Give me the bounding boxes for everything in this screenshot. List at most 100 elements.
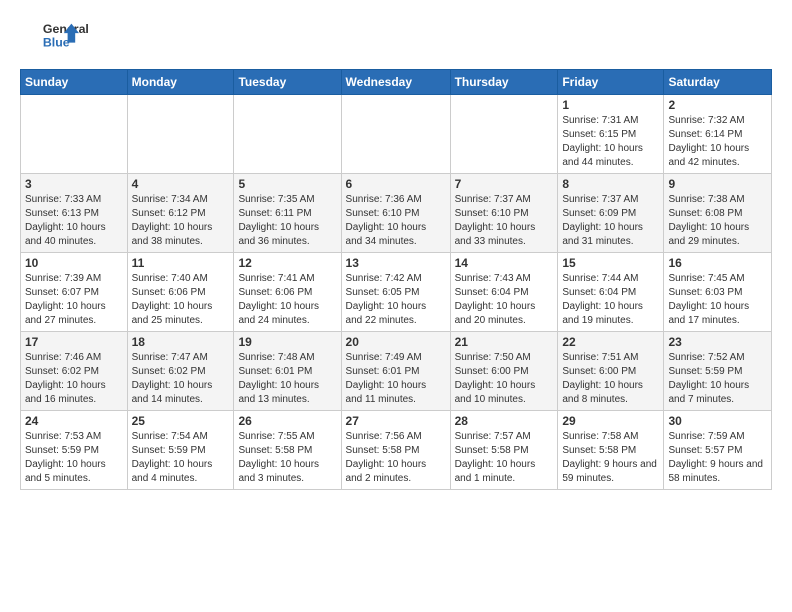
calendar-cell: 29Sunrise: 7:58 AM Sunset: 5:58 PM Dayli… xyxy=(558,411,664,490)
day-info: Sunrise: 7:35 AM Sunset: 6:11 PM Dayligh… xyxy=(238,193,336,249)
day-info: Sunrise: 7:43 AM Sunset: 6:04 PM Dayligh… xyxy=(455,272,554,328)
day-number: 30 xyxy=(668,414,767,428)
day-number: 15 xyxy=(562,256,659,270)
svg-text:Blue: Blue xyxy=(43,35,70,49)
day-number: 28 xyxy=(455,414,554,428)
calendar-cell: 17 Sunrise: 7:46 AM Sunset: 6:02 PM Dayli… xyxy=(21,332,128,411)
day-info: Sunrise: 7:51 AM Sunset: 6:00 PM Dayligh… xyxy=(562,351,659,407)
day-number: 4 xyxy=(132,177,230,191)
weekday-header-monday: Monday xyxy=(127,70,234,95)
calendar-cell: 8 Sunrise: 7:37 AM Sunset: 6:09 PM Daylig… xyxy=(558,174,664,253)
day-number: 13 xyxy=(346,256,446,270)
day-info: Sunrise: 7:41 AM Sunset: 6:06 PM Dayligh… xyxy=(238,272,336,328)
weekday-header-thursday: Thursday xyxy=(450,70,558,95)
calendar-cell: 30 Sunrise: 7:59 AM Sunset: 5:57 PM Dayli… xyxy=(664,411,772,490)
weekday-header-saturday: Saturday xyxy=(664,70,772,95)
day-info: Sunrise: 7:52 AM Sunset: 5:59 PM Dayligh… xyxy=(668,351,767,407)
day-number: 14 xyxy=(455,256,554,270)
calendar-cell: 14 Sunrise: 7:43 AM Sunset: 6:04 PM Dayli… xyxy=(450,253,558,332)
calendar-cell: 10 Sunrise: 7:39 AM Sunset: 6:07 PM Dayli… xyxy=(21,253,128,332)
calendar-cell: 18 Sunrise: 7:47 AM Sunset: 6:02 PM Dayli… xyxy=(127,332,234,411)
calendar-cell: 24Sunrise: 7:53 AM Sunset: 5:59 PM Dayli… xyxy=(21,411,128,490)
day-number: 21 xyxy=(455,335,554,349)
day-number: 12 xyxy=(238,256,336,270)
day-info: Sunrise: 7:46 AM Sunset: 6:02 PM Dayligh… xyxy=(25,351,123,407)
day-number: 2 xyxy=(668,98,767,112)
calendar-cell: 19Sunrise: 7:48 AM Sunset: 6:01 PM Dayli… xyxy=(234,332,341,411)
day-number: 5 xyxy=(238,177,336,191)
day-info: Sunrise: 7:39 AM Sunset: 6:07 PM Dayligh… xyxy=(25,272,123,328)
day-number: 8 xyxy=(562,177,659,191)
day-info: Sunrise: 7:42 AM Sunset: 6:05 PM Dayligh… xyxy=(346,272,446,328)
calendar: SundayMondayTuesdayWednesdayThursdayFrid… xyxy=(20,69,772,490)
svg-text:General: General xyxy=(43,22,89,36)
calendar-cell: 3Sunrise: 7:33 AM Sunset: 6:13 PM Daylig… xyxy=(21,174,128,253)
calendar-cell: 2 Sunrise: 7:32 AM Sunset: 6:14 PM Daylig… xyxy=(664,95,772,174)
week-row-4: 17 Sunrise: 7:46 AM Sunset: 6:02 PM Dayli… xyxy=(21,332,772,411)
weekday-header-friday: Friday xyxy=(558,70,664,95)
week-row-1: 1 Sunrise: 7:31 AM Sunset: 6:15 PM Daylig… xyxy=(21,95,772,174)
day-info: Sunrise: 7:44 AM Sunset: 6:04 PM Dayligh… xyxy=(562,272,659,328)
day-number: 9 xyxy=(668,177,767,191)
day-number: 10 xyxy=(25,256,123,270)
calendar-cell: 28 Sunrise: 7:57 AM Sunset: 5:58 PM Dayli… xyxy=(450,411,558,490)
week-row-3: 10 Sunrise: 7:39 AM Sunset: 6:07 PM Dayli… xyxy=(21,253,772,332)
day-info: Sunrise: 7:40 AM Sunset: 6:06 PM Dayligh… xyxy=(132,272,230,328)
calendar-cell xyxy=(450,95,558,174)
day-number: 3 xyxy=(25,177,123,191)
day-info: Sunrise: 7:36 AM Sunset: 6:10 PM Dayligh… xyxy=(346,193,446,249)
calendar-cell: 1 Sunrise: 7:31 AM Sunset: 6:15 PM Daylig… xyxy=(558,95,664,174)
day-info: Sunrise: 7:32 AM Sunset: 6:14 PM Dayligh… xyxy=(668,114,767,170)
day-number: 7 xyxy=(455,177,554,191)
day-info: Sunrise: 7:31 AM Sunset: 6:15 PM Dayligh… xyxy=(562,114,659,170)
day-number: 19 xyxy=(238,335,336,349)
page: General Blue SundayMondayTuesdayWednesda… xyxy=(0,0,792,506)
calendar-cell xyxy=(341,95,450,174)
day-info: Sunrise: 7:50 AM Sunset: 6:00 PM Dayligh… xyxy=(455,351,554,407)
calendar-cell xyxy=(21,95,128,174)
calendar-cell: 6Sunrise: 7:36 AM Sunset: 6:10 PM Daylig… xyxy=(341,174,450,253)
day-info: Sunrise: 7:47 AM Sunset: 6:02 PM Dayligh… xyxy=(132,351,230,407)
calendar-cell xyxy=(127,95,234,174)
calendar-cell: 11Sunrise: 7:40 AM Sunset: 6:06 PM Dayli… xyxy=(127,253,234,332)
day-number: 26 xyxy=(238,414,336,428)
week-row-2: 3Sunrise: 7:33 AM Sunset: 6:13 PM Daylig… xyxy=(21,174,772,253)
calendar-cell: 22 Sunrise: 7:51 AM Sunset: 6:00 PM Dayli… xyxy=(558,332,664,411)
logo: General Blue xyxy=(20,16,100,59)
weekday-header-tuesday: Tuesday xyxy=(234,70,341,95)
day-info: Sunrise: 7:58 AM Sunset: 5:58 PM Dayligh… xyxy=(562,430,659,486)
day-info: Sunrise: 7:49 AM Sunset: 6:01 PM Dayligh… xyxy=(346,351,446,407)
day-number: 16 xyxy=(668,256,767,270)
calendar-cell: 16 Sunrise: 7:45 AM Sunset: 6:03 PM Dayli… xyxy=(664,253,772,332)
calendar-cell: 20 Sunrise: 7:49 AM Sunset: 6:01 PM Dayli… xyxy=(341,332,450,411)
calendar-cell xyxy=(234,95,341,174)
calendar-cell: 21 Sunrise: 7:50 AM Sunset: 6:00 PM Dayli… xyxy=(450,332,558,411)
calendar-cell: 27Sunrise: 7:56 AM Sunset: 5:58 PM Dayli… xyxy=(341,411,450,490)
day-info: Sunrise: 7:34 AM Sunset: 6:12 PM Dayligh… xyxy=(132,193,230,249)
day-number: 18 xyxy=(132,335,230,349)
day-info: Sunrise: 7:37 AM Sunset: 6:10 PM Dayligh… xyxy=(455,193,554,249)
day-info: Sunrise: 7:57 AM Sunset: 5:58 PM Dayligh… xyxy=(455,430,554,486)
day-number: 27 xyxy=(346,414,446,428)
calendar-cell: 13 Sunrise: 7:42 AM Sunset: 6:05 PM Dayli… xyxy=(341,253,450,332)
day-number: 17 xyxy=(25,335,123,349)
week-row-5: 24Sunrise: 7:53 AM Sunset: 5:59 PM Dayli… xyxy=(21,411,772,490)
day-number: 20 xyxy=(346,335,446,349)
day-info: Sunrise: 7:59 AM Sunset: 5:57 PM Dayligh… xyxy=(668,430,767,486)
calendar-cell: 26 Sunrise: 7:55 AM Sunset: 5:58 PM Dayli… xyxy=(234,411,341,490)
day-info: Sunrise: 7:53 AM Sunset: 5:59 PM Dayligh… xyxy=(25,430,123,486)
day-number: 1 xyxy=(562,98,659,112)
day-number: 25 xyxy=(132,414,230,428)
day-info: Sunrise: 7:37 AM Sunset: 6:09 PM Dayligh… xyxy=(562,193,659,249)
logo-icon: General Blue xyxy=(20,16,100,54)
calendar-cell: 15 Sunrise: 7:44 AM Sunset: 6:04 PM Dayli… xyxy=(558,253,664,332)
day-number: 23 xyxy=(668,335,767,349)
day-number: 22 xyxy=(562,335,659,349)
header: General Blue xyxy=(20,16,772,59)
day-info: Sunrise: 7:45 AM Sunset: 6:03 PM Dayligh… xyxy=(668,272,767,328)
weekday-header-row: SundayMondayTuesdayWednesdayThursdayFrid… xyxy=(21,70,772,95)
day-info: Sunrise: 7:54 AM Sunset: 5:59 PM Dayligh… xyxy=(132,430,230,486)
weekday-header-wednesday: Wednesday xyxy=(341,70,450,95)
day-info: Sunrise: 7:55 AM Sunset: 5:58 PM Dayligh… xyxy=(238,430,336,486)
day-info: Sunrise: 7:38 AM Sunset: 6:08 PM Dayligh… xyxy=(668,193,767,249)
